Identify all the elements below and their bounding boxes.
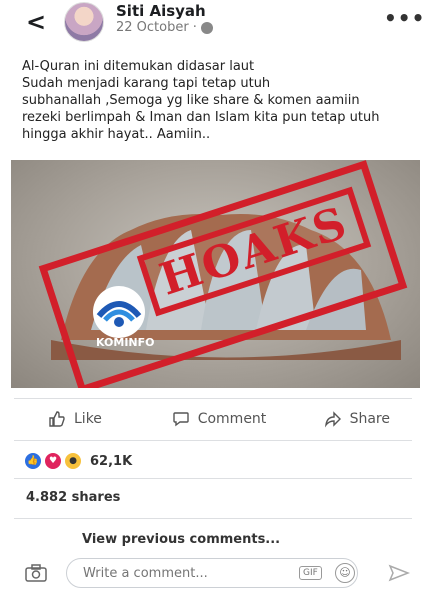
thumbs-up-icon [49, 411, 65, 427]
share-arrow-icon [324, 411, 341, 428]
shares-count[interactable]: 4.882 shares [26, 490, 120, 505]
divider [14, 440, 412, 441]
share-label: Share [349, 411, 390, 427]
comment-input[interactable] [81, 565, 285, 582]
wow-reaction-icon: ● [64, 452, 82, 470]
globe-icon [200, 21, 213, 34]
avatar[interactable] [64, 2, 104, 42]
share-button[interactable]: Share [276, 404, 426, 434]
divider [14, 398, 412, 399]
camera-icon[interactable] [25, 564, 47, 582]
comment-label: Comment [197, 411, 267, 427]
meta-separator: · [192, 20, 197, 35]
reactions-summary[interactable]: 👍 ♥ ● 62,1K [24, 452, 132, 470]
comment-button[interactable]: Comment [162, 404, 276, 434]
gif-button[interactable]: GIF [299, 566, 322, 580]
post-text: Al-Quran ini ditemukan didasar laut Suda… [22, 59, 380, 142]
like-button[interactable]: Like [0, 404, 162, 434]
comment-input-container[interactable]: GIF ☺ [66, 558, 358, 588]
post-actions: Like Comment Share [0, 404, 426, 434]
author-name[interactable]: Siti Aisyah [116, 2, 206, 20]
reactions-count: 62,1K [90, 453, 133, 469]
love-reaction-icon: ♥ [44, 452, 62, 470]
back-arrow-icon[interactable]: < [26, 8, 46, 36]
comment-bubble-icon [173, 412, 189, 427]
post-meta: 22 October · [116, 20, 213, 35]
send-icon[interactable] [388, 564, 410, 582]
kominfo-label: KOMINFO [96, 336, 155, 349]
kominfo-logo-icon [93, 286, 145, 338]
post-header: < Siti Aisyah 22 October · ••• [0, 0, 426, 50]
post-date[interactable]: 22 October [116, 20, 189, 35]
like-reaction-icon: 👍 [24, 452, 42, 470]
view-previous-comments-link[interactable]: View previous comments... [82, 532, 280, 547]
emoji-icon[interactable]: ☺ [335, 563, 355, 583]
comment-composer: GIF ☺ [0, 554, 426, 594]
divider [14, 478, 412, 479]
divider [14, 518, 412, 519]
more-options-icon[interactable]: ••• [384, 6, 425, 30]
like-label: Like [74, 411, 102, 427]
post-photo[interactable]: HOAKS KOMINFO [11, 160, 420, 388]
